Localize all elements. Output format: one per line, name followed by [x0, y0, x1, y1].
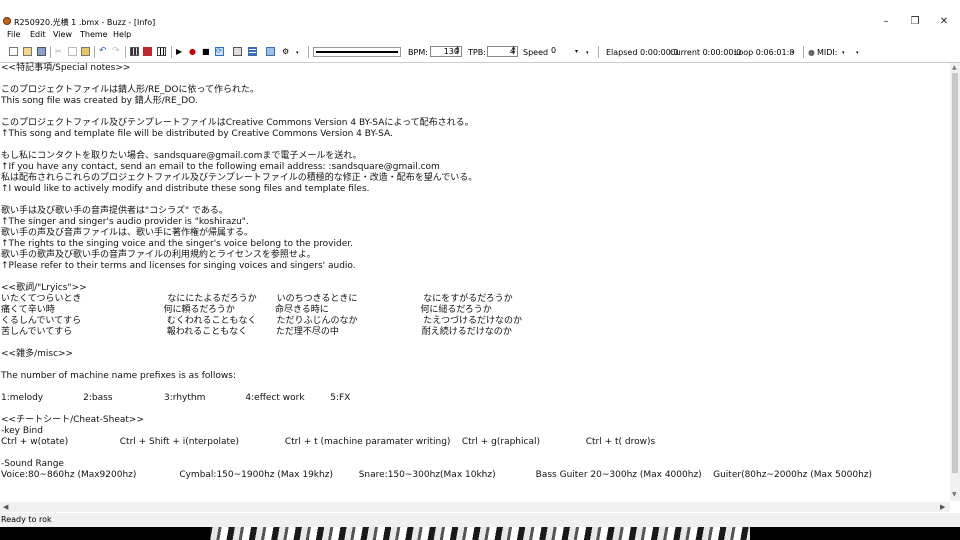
speed-label: Speed:	[523, 48, 551, 57]
scroll-left-icon[interactable]: ◀	[3, 503, 8, 511]
menu-edit[interactable]: Edit	[30, 30, 46, 39]
text-line: -Sound Range	[1, 459, 64, 469]
text-line: もし私にコンタクトを取りたい場合、sandsquare@gmail.comまで電…	[1, 151, 362, 161]
text-line: <<特記事項/Special notes>>	[1, 63, 131, 73]
text-line: ↑Please refer to their terms and license…	[1, 261, 356, 271]
speed-select[interactable]: 0	[549, 46, 585, 57]
vertical-scroll-thumb[interactable]	[952, 73, 958, 473]
text-line: 歌い手は及び歌い手の音声提供者は"コシラズ" である。	[1, 206, 228, 216]
text-line: くるしんでいてすら むくわれることもなく ただりふじんのなか たえつづけるだけな…	[1, 316, 523, 326]
text-line: ↑I would like to actively modify and dis…	[1, 184, 370, 194]
minimize-button[interactable]: –	[871, 15, 901, 29]
midi-dropdown-icon[interactable]: ▾	[842, 50, 845, 56]
toolbar-separator	[171, 46, 172, 58]
text-line: 私は配布されらこれらのプロジェクトファイル及びテンプレートファイルの積極的な修正…	[1, 173, 478, 183]
status-bar: Ready to rok	[0, 513, 960, 527]
horizontal-scrollbar[interactable]: ◀ ▶	[0, 502, 950, 512]
record-icon[interactable]: ●	[189, 47, 198, 56]
text-line: The number of machine name prefixes is a…	[1, 371, 236, 381]
text-line: Ctrl + w(otate) Ctrl + Shift + i(nterpol…	[1, 437, 656, 447]
stop-icon[interactable]: ■	[202, 47, 211, 56]
elapsed-time: Elapsed 0:00:00:0	[606, 48, 679, 57]
grid-icon[interactable]	[248, 47, 257, 56]
text-line: 痛くて辛い時 何に頼るだろうか 命尽きる時に 何に縋るだろうか	[1, 305, 492, 315]
text-line: Voice:80~860hz (Max9200hz) Cymbal:150~19…	[1, 470, 873, 480]
text-line: 歌い手の歌声及び歌い手の音声ファイルの利用規約とライセンスを参照せよ。	[1, 250, 316, 260]
text-line: -key Bind	[1, 426, 43, 436]
menu-help[interactable]: Help	[113, 30, 131, 39]
tpb-label: TPB:	[468, 48, 486, 57]
toolbar-overflow-icon[interactable]: ▾	[296, 50, 299, 56]
info-text-area[interactable]: <<特記事項/Special notes>> このプロジェクトファイルは錆人形/R…	[0, 63, 950, 501]
window-title: R250920.光横 1 .bmx - Buzz - [Info]	[14, 18, 156, 27]
text-line: 歌い手の声及び音声ファイルは、歌い手に著作権が帰属する。	[1, 228, 254, 238]
open-file-icon[interactable]	[23, 47, 32, 56]
text-line: このプロジェクトファイル及びテンプレートファイルはCreative Common…	[1, 118, 474, 128]
scroll-right-icon[interactable]: ▶	[940, 503, 945, 511]
wave-table-icon[interactable]	[266, 47, 275, 56]
pattern-view-icon[interactable]	[130, 47, 139, 56]
scroll-down-icon[interactable]: ▼	[952, 491, 957, 498]
play-icon[interactable]: ▶	[176, 47, 185, 56]
sequence-icon[interactable]	[233, 47, 242, 56]
close-button[interactable]: ✕	[929, 15, 959, 29]
toolbar-overflow-icon[interactable]: ▾	[856, 50, 859, 56]
buzz-window: R250920.光横 1 .bmx - Buzz - [Info] – ❐ ✕ …	[0, 0, 960, 527]
toolbar-overflow-icon[interactable]: ▾	[586, 50, 589, 56]
bpm-label: BPM:	[408, 48, 428, 57]
volume-slider[interactable]	[313, 47, 401, 57]
settings-icon[interactable]: ⚙	[282, 47, 291, 56]
scroll-up-icon[interactable]: ▲	[952, 64, 957, 71]
volume-slider-track	[316, 51, 398, 53]
menu-view[interactable]: View	[53, 30, 72, 39]
loop-time: Loop 0:06:01:8	[734, 48, 795, 57]
toolbar-overflow-icon[interactable]: ▾	[792, 50, 795, 56]
toolbar-separator	[803, 46, 804, 58]
menu-bar: File Edit View Theme Help	[0, 30, 960, 42]
toolbar-separator	[94, 46, 95, 58]
paste-icon[interactable]	[81, 47, 90, 56]
midi-indicator-icon: ●	[808, 48, 815, 57]
toolbar-separator	[125, 46, 126, 58]
text-line: <<雑多/misc>>	[1, 349, 74, 359]
copy-icon[interactable]	[68, 47, 77, 56]
text-line: いたくてつらいとき なににたよるだろうか いのちつきるときに なにをすがるだろう…	[1, 294, 513, 304]
cut-icon[interactable]: ✂	[55, 47, 64, 56]
toolbar-separator	[308, 46, 309, 58]
tpb-spinner[interactable]: ▲ ▼	[510, 46, 517, 57]
text-line: ↑The rights to the singing voice and the…	[1, 239, 353, 249]
redo-icon[interactable]: ↷	[112, 47, 121, 56]
text-line: このプロジェクトファイルは錆人形/RE_DOに依って作られた。	[1, 85, 260, 95]
text-line: 1:melody 2:bass 3:rhythm 4:effect work 5…	[1, 393, 351, 403]
text-line: This song file was created by 錆人形/RE_DO.	[1, 96, 198, 106]
machine-view-icon[interactable]	[143, 47, 152, 56]
speed-dropdown-icon[interactable]: ▾	[575, 48, 578, 55]
maximize-button[interactable]: ❐	[900, 15, 930, 29]
menu-theme[interactable]: Theme	[80, 30, 108, 39]
toolbar-separator	[50, 46, 51, 58]
text-line: <<チートシート/Cheat-Sheat>>	[1, 415, 145, 425]
text-line: ↑This song and template file will be dis…	[1, 129, 393, 139]
text-line: ↑If you have any contact, send an email …	[1, 162, 440, 172]
keyboard-icon[interactable]	[157, 47, 166, 56]
app-icon[interactable]	[3, 17, 11, 25]
save-icon[interactable]	[37, 47, 46, 56]
undo-icon[interactable]: ↶	[99, 47, 108, 56]
text-line: <<歌詞/"Lryics">>	[1, 283, 87, 293]
loop-icon[interactable]: ⟳	[215, 47, 224, 56]
menu-file[interactable]: File	[7, 30, 20, 39]
midi-label: MIDI:	[817, 48, 838, 57]
status-text: Ready to rok	[1, 515, 52, 524]
toolbar-separator	[598, 46, 599, 58]
bpm-spinner[interactable]: ▲ ▼	[454, 46, 461, 57]
title-bar[interactable]: R250920.光横 1 .bmx - Buzz - [Info] – ❐ ✕	[0, 14, 960, 30]
vertical-scrollbar[interactable]: ▲ ▼	[950, 63, 960, 501]
current-time: Current 0:00:00:0	[670, 48, 742, 57]
text-line: ↑The singer and singer's audio provider …	[1, 217, 249, 227]
text-line: 苦しんでいてすら 報われることもなく ただ理不尽の中 耐え続けるだけなのか	[1, 327, 512, 337]
toolbar: ✂ ↶ ↷ ▶ ● ■ ⟳ ⚙ ▾ BPM: 130 ▲ ▼ TPB: 4 ▲ ▼ …	[0, 42, 960, 63]
new-file-icon[interactable]	[9, 47, 18, 56]
